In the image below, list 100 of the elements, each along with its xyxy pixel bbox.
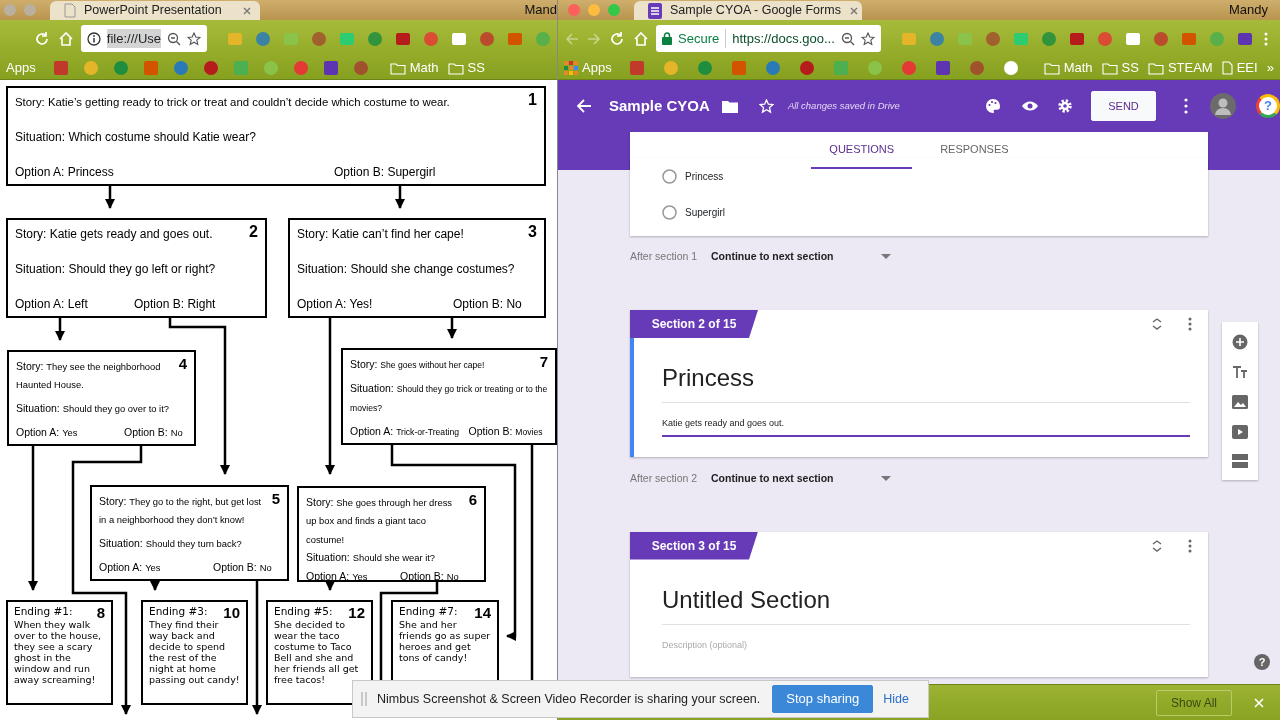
bookmark[interactable]: Math	[389, 58, 439, 78]
star-icon[interactable]	[187, 31, 201, 46]
more-icon[interactable]	[1188, 317, 1192, 331]
bookmark-icon	[934, 60, 951, 76]
option-label: Princess	[685, 169, 724, 184]
caret-icon[interactable]	[881, 254, 891, 260]
show-all-button[interactable]: Show All	[1155, 689, 1232, 716]
bookmark[interactable]: Apps	[564, 58, 612, 78]
folder-icon[interactable]	[721, 99, 738, 113]
box-number: 14	[474, 605, 491, 620]
bookmark[interactable]: SS	[447, 58, 485, 78]
ending-text: She and her friends go as super heroes and get tons of candy!	[399, 620, 491, 664]
box-number: 7	[539, 354, 548, 369]
window-control-icon	[588, 4, 600, 16]
bookmark-icon	[1002, 60, 1019, 76]
bookmark[interactable]: Apps	[6, 58, 36, 78]
form-tab[interactable]: RESPONSES	[922, 132, 1027, 169]
collapse-icon[interactable]	[1152, 318, 1162, 330]
bookmark-icon	[292, 60, 309, 76]
extension-icon	[928, 30, 945, 47]
extension-icon	[255, 30, 271, 47]
next-section-dropdown[interactable]: Continue to next section	[711, 249, 881, 265]
caret-icon[interactable]	[881, 475, 891, 482]
story-text: Story: They go to the right, but get lost in a neighborhood they don’t know!	[99, 494, 263, 528]
bookmark-icon	[82, 60, 99, 76]
help-button[interactable]: ?	[1256, 94, 1280, 118]
extension-icon	[956, 30, 973, 47]
option-text: Option B: No	[400, 568, 460, 584]
situation-text: Situation: Should they go over to it?	[16, 401, 171, 416]
collapse-icon[interactable]	[1152, 539, 1162, 552]
section-icon[interactable]	[1232, 454, 1248, 469]
bookmark[interactable]: STEAM	[1147, 58, 1213, 78]
add-icon[interactable]	[1232, 333, 1248, 350]
text-size-icon[interactable]	[1232, 365, 1248, 380]
help-button[interactable]: ?	[1254, 654, 1270, 670]
bookmark-icon	[696, 60, 713, 76]
next-section-dropdown[interactable]: Continue to next section	[711, 470, 881, 487]
video-icon[interactable]	[1232, 424, 1248, 439]
extension-icon	[1152, 30, 1169, 47]
box-number: 2	[249, 224, 258, 240]
section-title-field[interactable]: Princess	[662, 360, 1190, 403]
option-text: Option A: Left	[15, 295, 89, 312]
tab-title: PowerPoint Presentation	[84, 2, 223, 20]
star-icon[interactable]	[860, 31, 875, 46]
user-name: Mand	[524, 1, 557, 19]
bookmark-icon	[202, 60, 219, 76]
bookmark[interactable]: »	[1266, 58, 1274, 78]
radio-button[interactable]	[662, 168, 677, 184]
ending-heading: Ending #7:	[399, 605, 459, 618]
security-label: Secure	[678, 28, 727, 49]
bookmark-icon	[172, 60, 189, 76]
box-number: 8	[96, 605, 105, 620]
bookmark-icon	[352, 60, 369, 76]
bookmark[interactable]: EEI	[1221, 58, 1258, 78]
stop-sharing-button[interactable]: Stop sharing	[772, 685, 874, 713]
settings-icon[interactable]	[1057, 98, 1073, 114]
back-arrow-icon[interactable]	[576, 98, 592, 114]
eye-icon[interactable]	[1021, 100, 1039, 112]
more-icon[interactable]	[1188, 538, 1192, 553]
send-button[interactable]: SEND	[1091, 91, 1156, 121]
extension-icon	[1096, 30, 1113, 47]
browser-tab[interactable]: Sample CYOA - Google Forms	[634, 1, 862, 20]
section-title-field[interactable]: Untitled Section	[662, 581, 1190, 625]
close-icon[interactable]	[242, 5, 252, 16]
extension-icon	[1236, 30, 1253, 47]
info-icon	[86, 31, 101, 46]
bookmark-icon	[232, 60, 249, 76]
address-bar[interactable]: Secure https://docs.goo...	[656, 25, 881, 52]
box-number: 3	[528, 224, 537, 240]
radio-button[interactable]	[662, 204, 677, 220]
ending-text: She decided to wear the taco costume to Taco Bell and she and her friends all get free tacos!	[274, 620, 360, 686]
lock-icon	[662, 32, 672, 45]
situation-text: Situation: Should she wear it?	[306, 550, 437, 566]
extension-icon	[395, 30, 411, 47]
back-icon	[564, 30, 580, 47]
box-number: 12	[348, 605, 365, 620]
window-control-icon	[24, 4, 36, 16]
bookmark[interactable]: SS	[1101, 58, 1139, 78]
more-icon[interactable]	[1184, 98, 1188, 114]
hide-link[interactable]: Hide	[883, 689, 909, 709]
palette-icon[interactable]	[985, 98, 1001, 114]
description-field[interactable]: Katie gets ready and goes out.	[662, 417, 1190, 437]
image-icon[interactable]	[1232, 395, 1248, 409]
extension-icon	[451, 30, 467, 47]
bookmark-icon	[628, 60, 645, 76]
forms-icon	[648, 2, 662, 19]
option-label: Supergirl	[685, 205, 726, 220]
zoom-out-icon[interactable]	[167, 31, 181, 46]
option-text: Option B: Right	[134, 295, 217, 312]
avatar[interactable]	[1210, 93, 1236, 119]
section-chip: Section 3 of 15	[630, 531, 758, 560]
description-field[interactable]: Description (optional)	[662, 638, 1190, 657]
extension-icon	[311, 30, 327, 47]
story-text: Story: They see the neighborhood Haunted House.	[16, 359, 162, 393]
bookmark[interactable]: Math	[1043, 58, 1093, 78]
folder-icon	[1101, 61, 1118, 75]
close-icon[interactable]	[848, 5, 859, 16]
address-bar[interactable]: file:///Use	[80, 25, 207, 52]
browser-tab[interactable]: PowerPoint Presentation	[50, 1, 260, 20]
zoom-out-icon[interactable]	[840, 31, 855, 46]
